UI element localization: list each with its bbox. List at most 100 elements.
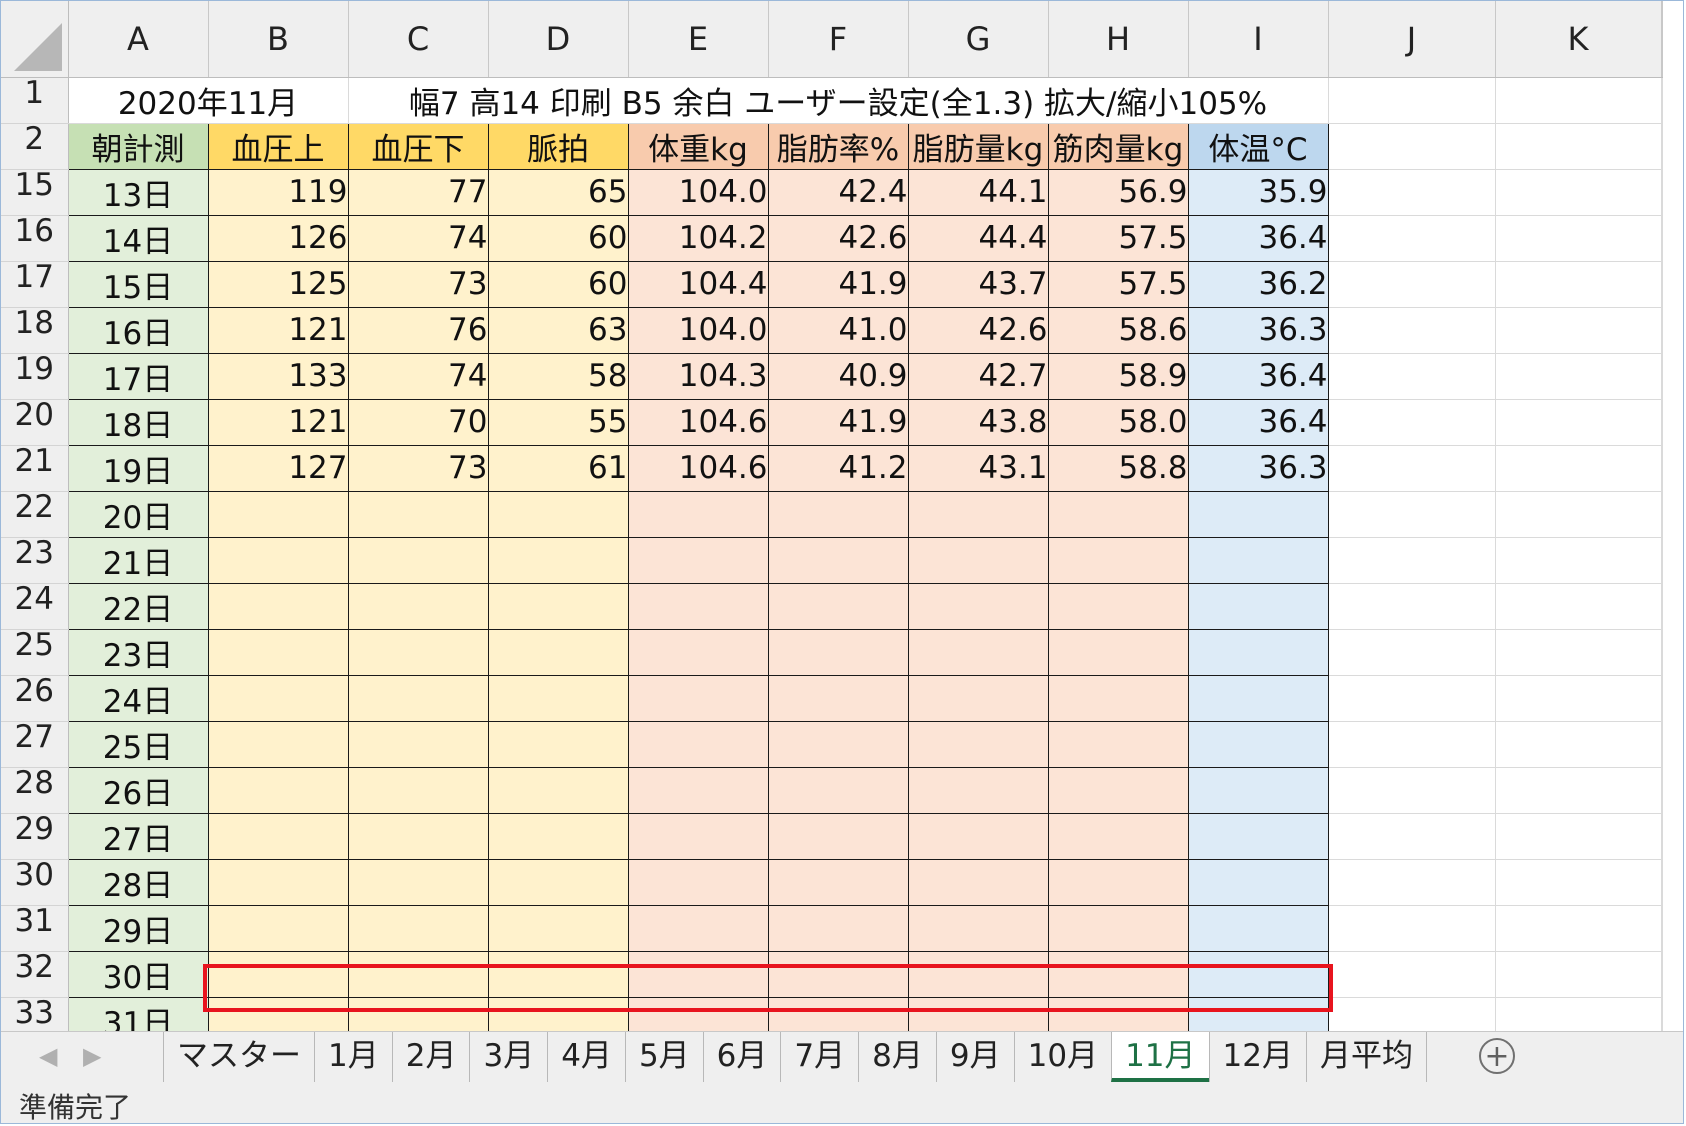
date-cell[interactable]: 28日 [67,858,209,906]
sheet-tab[interactable]: 月平均 [1305,1032,1427,1082]
sheet-tab[interactable]: 3月 [469,1032,547,1082]
value-cell[interactable] [1047,904,1189,952]
empty-cell[interactable] [1495,307,1662,354]
date-cell[interactable]: 27日 [67,812,209,860]
value-cell[interactable] [627,536,769,584]
header-cell-4[interactable]: 体重kg [627,122,769,170]
value-cell[interactable]: 36.3 [1187,444,1329,492]
value-cell[interactable] [1187,536,1329,584]
empty-cell[interactable] [1661,997,1663,1031]
value-cell[interactable] [907,720,1049,768]
empty-cell[interactable] [1495,491,1662,538]
value-cell[interactable] [207,950,349,998]
value-cell[interactable] [347,950,489,998]
value-cell[interactable]: 35.9 [1187,168,1329,216]
row-header[interactable]: 31 [1,905,69,952]
row-header[interactable]: 26 [1,675,69,722]
value-cell[interactable]: 57.5 [1047,214,1189,262]
value-cell[interactable] [627,766,769,814]
empty-cell[interactable] [1495,399,1662,446]
value-cell[interactable]: 43.1 [907,444,1049,492]
cell-j2[interactable] [1328,123,1496,170]
value-cell[interactable]: 58.6 [1047,306,1189,354]
value-cell[interactable] [627,720,769,768]
value-cell[interactable] [207,720,349,768]
empty-cell[interactable] [1328,215,1496,262]
value-cell[interactable]: 65 [487,168,629,216]
value-cell[interactable] [627,674,769,722]
value-cell[interactable] [487,766,629,814]
empty-cell[interactable] [1495,951,1662,998]
row-header[interactable]: 33 [1,997,69,1031]
value-cell[interactable] [1047,490,1189,538]
column-header-d[interactable]: D [488,1,629,78]
value-cell[interactable]: 60 [487,214,629,262]
date-cell[interactable]: 25日 [67,720,209,768]
sheet-tab[interactable]: 9月 [935,1032,1014,1082]
value-cell[interactable] [1187,812,1329,860]
empty-cell[interactable] [1661,353,1663,400]
value-cell[interactable]: 121 [207,306,349,354]
empty-cell[interactable] [1661,491,1663,538]
empty-cell[interactable] [1495,859,1662,906]
value-cell[interactable] [347,720,489,768]
value-cell[interactable] [767,812,909,860]
value-cell[interactable] [347,582,489,630]
value-cell[interactable] [1047,996,1189,1031]
column-header-j[interactable]: J [1328,1,1496,78]
value-cell[interactable] [207,628,349,676]
empty-cell[interactable] [1328,905,1496,952]
empty-cell[interactable] [1328,261,1496,308]
value-cell[interactable] [347,858,489,906]
empty-cell[interactable] [1328,675,1496,722]
empty-cell[interactable] [1661,445,1663,492]
row-header[interactable]: 30 [1,859,69,906]
value-cell[interactable]: 36.4 [1187,214,1329,262]
header-cell-8[interactable]: 体温°C [1187,122,1329,170]
empty-cell[interactable] [1661,537,1663,584]
sheet-tab[interactable]: 12月 [1208,1032,1306,1082]
column-header-h[interactable]: H [1048,1,1189,78]
empty-cell[interactable] [1495,629,1662,676]
row-header[interactable]: 23 [1,537,69,584]
date-cell[interactable]: 16日 [67,306,209,354]
empty-cell[interactable] [1495,169,1662,216]
value-cell[interactable]: 104.4 [627,260,769,308]
value-cell[interactable] [347,628,489,676]
value-cell[interactable] [767,582,909,630]
value-cell[interactable] [907,674,1049,722]
value-cell[interactable] [627,628,769,676]
empty-cell[interactable] [1328,169,1496,216]
value-cell[interactable] [1047,536,1189,584]
header-cell-6[interactable]: 脂肪量kg [907,122,1049,170]
value-cell[interactable] [487,904,629,952]
value-cell[interactable] [1187,582,1329,630]
value-cell[interactable] [907,628,1049,676]
empty-cell[interactable] [1661,583,1663,630]
row-header[interactable]: 16 [1,215,69,262]
value-cell[interactable] [207,490,349,538]
empty-cell[interactable] [1661,721,1663,768]
empty-cell[interactable] [1328,721,1496,768]
empty-cell[interactable] [1328,951,1496,998]
value-cell[interactable]: 42.6 [767,214,909,262]
empty-cell[interactable] [1328,859,1496,906]
empty-cell[interactable] [1661,261,1663,308]
cell-k1[interactable] [1495,77,1662,124]
empty-cell[interactable] [1495,905,1662,952]
value-cell[interactable] [487,858,629,906]
value-cell[interactable]: 42.4 [767,168,909,216]
empty-cell[interactable] [1495,675,1662,722]
header-cell-0[interactable]: 朝計測 [67,122,209,170]
empty-cell[interactable] [1661,169,1663,216]
sheet-tab[interactable]: マスター [163,1032,314,1082]
empty-cell[interactable] [1495,767,1662,814]
value-cell[interactable] [487,674,629,722]
value-cell[interactable]: 57.5 [1047,260,1189,308]
value-cell[interactable] [767,766,909,814]
header-cell-2[interactable]: 血圧下 [347,122,489,170]
value-cell[interactable]: 76 [347,306,489,354]
value-cell[interactable]: 44.4 [907,214,1049,262]
value-cell[interactable] [207,812,349,860]
value-cell[interactable] [767,950,909,998]
